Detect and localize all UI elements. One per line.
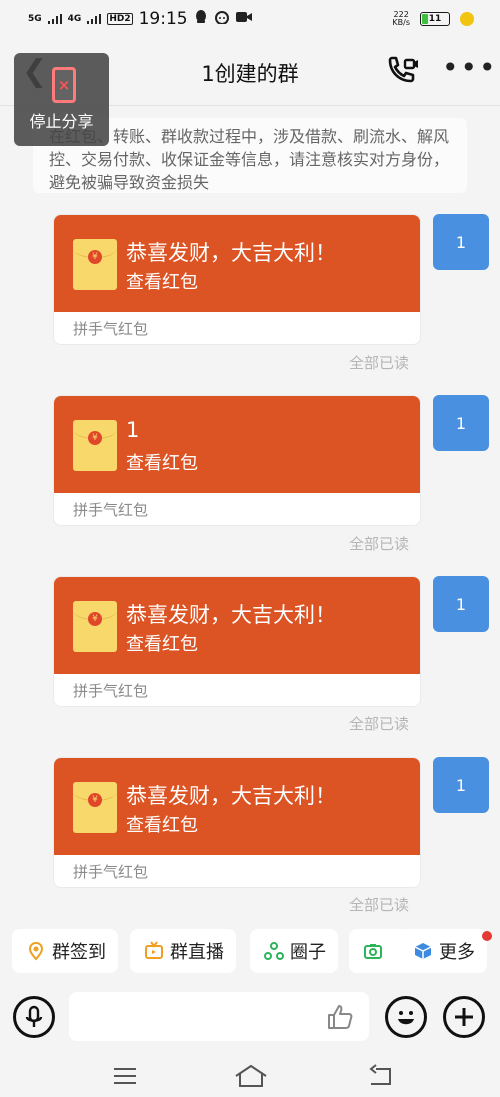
read-status: 全部已读 xyxy=(349,535,410,553)
hd-badge: HD2 xyxy=(107,13,133,25)
red-packet-icon: ¥ xyxy=(73,782,117,833)
avatar[interactable]: 1 xyxy=(433,214,489,270)
red-packet-greeting: 恭喜发财，大吉大利！ xyxy=(126,241,336,265)
network-4g-label: 4G xyxy=(67,13,82,24)
stop-share-icon: × xyxy=(52,67,76,103)
red-packet-body: ¥ 恭喜发财，大吉大利！ 查看红包 xyxy=(54,577,420,674)
speed-unit: KB/s xyxy=(392,18,410,27)
red-packet-type: 拼手气红包 xyxy=(73,682,149,700)
group-live-label: 群直播 xyxy=(170,942,224,963)
read-status: 全部已读 xyxy=(349,896,410,914)
more-options-button[interactable]: ••• xyxy=(442,54,498,82)
read-status: 全部已读 xyxy=(349,715,410,733)
network-indicator-2: 4G xyxy=(67,13,82,24)
red-packet-message[interactable]: ¥ 恭喜发财，大吉大利！ 查看红包 拼手气红包 xyxy=(53,757,421,888)
charging-icon xyxy=(460,12,474,26)
hd-label: HD xyxy=(109,14,125,24)
avatar[interactable]: 1 xyxy=(433,576,489,632)
video-icon xyxy=(235,11,252,27)
camera-icon xyxy=(363,941,383,961)
red-packet-message[interactable]: ¥ 恭喜发财，大吉大利！ 查看红包 拼手气红包 xyxy=(53,576,421,707)
phone-call-icon xyxy=(388,56,418,83)
red-packet-body: ¥ 1 查看红包 xyxy=(54,396,420,493)
plus-icon xyxy=(455,1008,473,1026)
clock: 19:15 xyxy=(138,9,188,29)
emoji-button[interactable] xyxy=(385,996,427,1038)
message-input-bar xyxy=(0,986,500,1050)
group-checkin-button[interactable]: 群签到 xyxy=(12,929,118,973)
network-speed: 222 KB/s xyxy=(392,11,410,27)
video-call-button[interactable] xyxy=(386,56,420,86)
avatar[interactable]: 1 xyxy=(433,395,489,451)
group-live-button[interactable]: 群直播 xyxy=(130,929,236,973)
red-packet-icon: ¥ xyxy=(73,239,117,290)
voice-button[interactable] xyxy=(13,996,55,1038)
red-packet-icon: ¥ xyxy=(73,420,117,471)
hd-sub-label: 2 xyxy=(124,14,131,24)
cat-icon xyxy=(214,10,230,28)
red-packet-action: 查看红包 xyxy=(126,272,198,293)
circle-label: 圈子 xyxy=(290,942,326,963)
group-toolbar: 群签到 群直播 圈子 更多 xyxy=(0,925,500,977)
battery-level: 11 xyxy=(428,14,442,24)
circle-button[interactable]: 圈子 xyxy=(250,929,338,973)
battery-icon: 11 xyxy=(420,12,450,26)
menu-nav-button[interactable] xyxy=(110,1063,140,1089)
qq-icon xyxy=(194,9,208,29)
red-packet-body: ¥ 恭喜发财，大吉大利！ 查看红包 xyxy=(54,758,420,855)
red-packet-greeting: 恭喜发财，大吉大利！ xyxy=(126,784,336,808)
red-packet-message[interactable]: ¥ 1 查看红包 拼手气红包 xyxy=(53,395,421,526)
red-packet-icon: ¥ xyxy=(73,601,117,652)
back-nav-button[interactable] xyxy=(366,1063,396,1089)
location-icon xyxy=(26,941,46,961)
red-packet-message[interactable]: ¥ 恭喜发财，大吉大利！ 查看红包 拼手气红包 xyxy=(53,214,421,345)
message-input[interactable] xyxy=(69,992,369,1041)
like-button[interactable] xyxy=(325,1002,355,1032)
red-packet-body: ¥ 恭喜发财，大吉大利！ 查看红包 xyxy=(54,215,420,312)
return-icon xyxy=(369,1064,391,1085)
thumbs-up-icon xyxy=(328,1005,353,1029)
stop-share-label: 停止分享 xyxy=(29,112,94,131)
red-packet-action: 查看红包 xyxy=(126,634,198,655)
signal-icon xyxy=(47,14,62,24)
more-tools-button[interactable]: 更多 xyxy=(399,929,487,973)
notification-dot xyxy=(482,931,492,941)
red-packet-action: 查看红包 xyxy=(126,815,198,836)
more-tools-label: 更多 xyxy=(439,942,475,963)
red-packet-action: 查看红包 xyxy=(126,453,198,474)
red-packet-type: 拼手气红包 xyxy=(73,320,149,338)
home-icon xyxy=(235,1064,267,1087)
red-packet-greeting: 恭喜发财，大吉大利！ xyxy=(126,603,336,627)
add-attachment-button[interactable] xyxy=(443,996,485,1038)
red-packet-type: 拼手气红包 xyxy=(73,863,149,881)
menu-icon xyxy=(114,1068,136,1084)
tv-icon xyxy=(144,941,164,961)
network-5g-label: 5G xyxy=(28,13,42,24)
stop-share-button[interactable]: × 停止分享 xyxy=(14,53,109,146)
read-status: 全部已读 xyxy=(349,354,410,372)
circle-icon xyxy=(264,941,284,961)
network-indicator: 5G xyxy=(28,13,42,24)
red-packet-type: 拼手气红包 xyxy=(73,501,149,519)
avatar[interactable]: 1 xyxy=(433,757,489,813)
group-checkin-label: 群签到 xyxy=(52,942,106,963)
signal-icon-2 xyxy=(87,14,102,24)
home-nav-button[interactable] xyxy=(233,1063,269,1089)
system-nav-bar xyxy=(0,1055,500,1097)
microphone-icon xyxy=(25,1005,43,1027)
red-packet-greeting: 1 xyxy=(126,418,140,442)
status-bar: 5G 4G HD2 19:15 222 KB/s 11 xyxy=(0,0,500,38)
cube-icon xyxy=(413,941,433,961)
smiley-icon xyxy=(398,1011,414,1025)
